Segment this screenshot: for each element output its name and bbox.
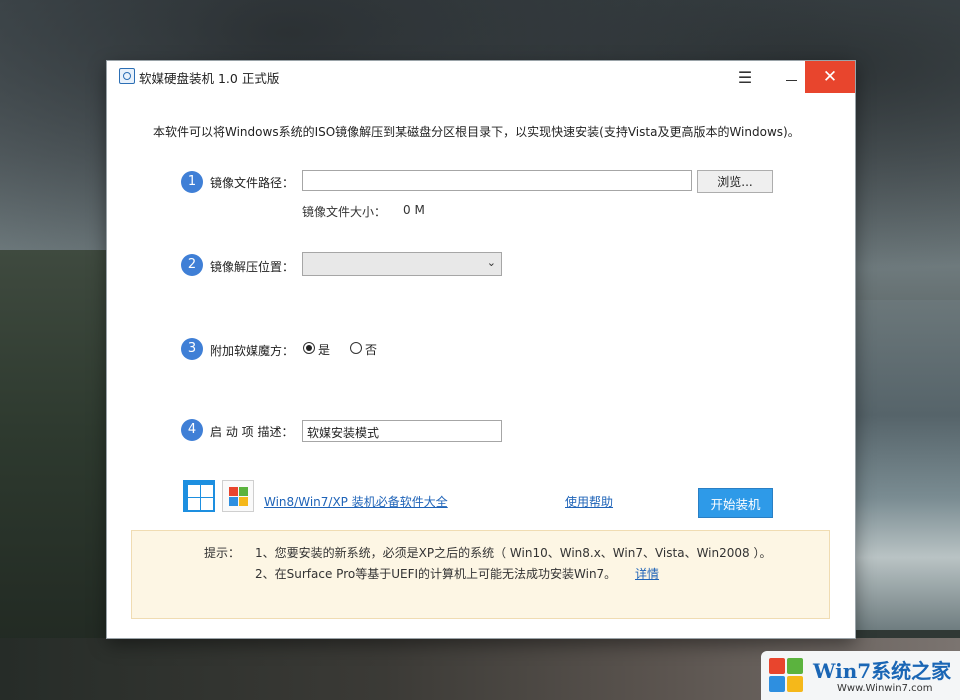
addon-no-label[interactable]: 否 [365, 341, 377, 358]
step-4-label: 启 动 项 描述： [210, 425, 294, 439]
addon-yes-label[interactable]: 是 [318, 341, 330, 358]
start-install-button[interactable]: 开始装机 [698, 488, 773, 518]
watermark-url: Www.Winwin7.com [837, 683, 933, 694]
app-logo-icon [119, 68, 135, 84]
window-title: 软媒硬盘装机 1.0 正式版 [139, 71, 280, 86]
image-size-value: 0 M [403, 203, 425, 217]
close-icon: ✕ [822, 67, 838, 87]
software-collection-link[interactable]: Win8/Win7/XP 装机必备软件大全 [264, 493, 448, 510]
windows8-logo-icon[interactable] [183, 480, 215, 512]
help-link[interactable]: 使用帮助 [565, 493, 613, 510]
boot-description-input[interactable]: 软媒安装模式 [302, 420, 502, 442]
site-watermark: Win7系统之家 Www.Winwin7.com [761, 651, 960, 700]
installer-window: 软媒硬盘装机 1.0 正式版 ☰ ✕ 本软件可以将Windows系统的ISO镜像… [107, 61, 855, 638]
step-3-label: 附加软媒魔方： [210, 344, 295, 358]
hamburger-menu-icon[interactable]: ☰ [727, 61, 763, 93]
step-4-badge: 4 [181, 419, 203, 441]
minimize-icon [785, 79, 797, 81]
windows-logo-icon [769, 658, 805, 694]
step-1-label: 镜像文件路径： [210, 176, 295, 190]
windows7-logo-icon[interactable] [222, 480, 254, 512]
title-bar[interactable]: 软媒硬盘装机 1.0 正式版 ☰ ✕ [107, 61, 855, 93]
browse-button[interactable]: 浏览... [697, 170, 773, 193]
desktop-hillside [0, 250, 110, 700]
step-1-badge: 1 [181, 171, 203, 193]
step-2-badge: 2 [181, 254, 203, 276]
image-path-input[interactable] [302, 170, 692, 191]
image-size-label: 镜像文件大小： [302, 205, 387, 219]
addon-no-radio[interactable] [350, 342, 362, 354]
watermark-title: Win7系统之家 [813, 659, 952, 683]
details-link[interactable]: 详情 [635, 565, 659, 582]
step-3-badge: 3 [181, 338, 203, 360]
step-2-label: 镜像解压位置： [210, 260, 295, 274]
tip-line-2: 2、在Surface Pro等基于UEFI的计算机上可能无法成功安装Win7。 [255, 567, 617, 581]
chevron-down-icon: ⌄ [486, 256, 496, 269]
tips-panel: 提示： 1、您要安装的新系统，必须是XP之后的系统（ Win10、Win8.x、… [131, 530, 830, 619]
intro-text: 本软件可以将Windows系统的ISO镜像解压到某磁盘分区根目录下，以实现快速安… [153, 125, 800, 139]
tips-title: 提示： [204, 546, 241, 560]
tip-line-1: 1、您要安装的新系统，必须是XP之后的系统（ Win10、Win8.x、Win7… [255, 546, 772, 560]
minimize-button[interactable] [773, 61, 809, 93]
addon-yes-radio[interactable] [303, 342, 315, 354]
desktop-sea [855, 300, 960, 630]
extract-location-select[interactable]: ⌄ [302, 252, 502, 276]
close-button[interactable]: ✕ [805, 61, 855, 93]
